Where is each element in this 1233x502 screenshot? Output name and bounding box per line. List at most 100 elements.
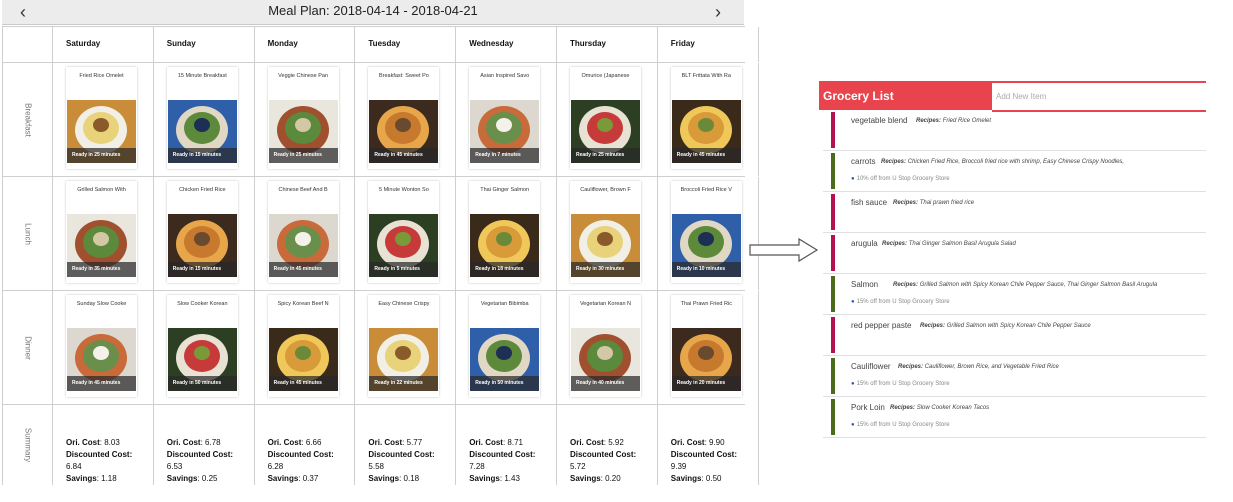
recipe-card[interactable]: Veggie Chinese Pan Ready in 25 minutes: [267, 67, 339, 169]
item-accent-bar: [831, 112, 835, 148]
grocery-item[interactable]: red pepper paste Recipes: Grilled Salmon …: [823, 315, 1206, 356]
cost-summary: Ori. Cost: 5.92 Discounted Cost: 5.72 Savin…: [569, 438, 637, 483]
item-name: Salmon: [851, 280, 879, 289]
recipe-name: Cauliflower, Brown F: [580, 187, 631, 193]
recipes-text: Thai Ginger Salmon Basil Arugula Salad: [908, 241, 1016, 247]
recipe-card[interactable]: Fried Rice Omelet Ready in 25 minutes: [66, 67, 137, 169]
recipe-card[interactable]: Omurice (Japanese Ready in 25 minutes: [569, 67, 641, 169]
day-header-cell: Saturday: [53, 27, 154, 62]
savings-value: : 0.50: [701, 474, 722, 483]
recipe-card[interactable]: Thai Ginger Salmon Ready in 18 minutes: [469, 181, 541, 283]
recipe-photo: Ready in 25 minutes: [268, 100, 338, 163]
grocery-item[interactable]: arugula Recipes: Thai Ginger Salmon Basil…: [823, 233, 1206, 274]
ori-cost-label: Ori. Cost: [66, 438, 100, 447]
recipe-card[interactable]: Sunday Slow Cooke Ready in 45 minutes: [66, 295, 137, 397]
meal-label-cell: Dinner: [3, 291, 53, 404]
grocery-item[interactable]: Salmon Recipes: Grilled Salmon with Spicy…: [823, 274, 1206, 315]
recipe-card[interactable]: Easy Chinese Crispy Ready in 22 minutes: [368, 295, 440, 397]
recipe-card[interactable]: Asian Inspired Savo Ready in 7 minutes: [469, 67, 541, 169]
recipe-card[interactable]: 5 Minute Wonton So Ready in 5 minutes: [368, 181, 440, 283]
item-accent-bar: [831, 358, 835, 394]
recipe-photo: Ready in 45 minutes: [268, 214, 338, 277]
meal-cell: BLT Frittata With Ra Ready in 45 minutes: [658, 63, 759, 176]
summary-cell: Ori. Cost: 6.66 Discounted Cost: 6.28 Savin…: [255, 404, 356, 485]
recipe-card[interactable]: Cauliflower, Brown F Ready in 30 minutes: [569, 181, 641, 283]
grocery-item[interactable]: vegetable blend Recipes: Fried Rice Omele…: [823, 110, 1206, 151]
recipe-name: Vegetarian Korean N: [579, 301, 632, 307]
price-tag-icon: ●: [851, 176, 855, 182]
summary-cell: Ori. Cost: 6.78 Discounted Cost: 6.53 Savin…: [154, 404, 255, 485]
price-tag-icon: ●: [851, 422, 855, 428]
discounted-cost-label: Discounted Cost: [166, 450, 231, 459]
discounted-cost-value: 9.39: [670, 462, 687, 471]
grocery-item[interactable]: carrots Recipes: Chicken Fried Rice, Broc…: [823, 151, 1206, 192]
grocery-item[interactable]: Cauliflower Recipes: Cauliflower, Brown R…: [823, 356, 1206, 397]
item-promo: ● 15% off from U Stop Grocery Store: [851, 422, 950, 428]
meal-cell: Easy Chinese Crispy Ready in 22 minutes: [355, 291, 457, 404]
arrow-right-icon: [749, 237, 819, 263]
promo-text: 15% off from U Stop Grocery Store: [856, 381, 950, 387]
recipes-label: Recipes:: [881, 159, 907, 165]
item-promo: ● 15% off from U Stop Grocery Store: [851, 381, 950, 387]
next-week-button[interactable]: ›: [715, 1, 721, 23]
recipe-card[interactable]: Chinese Beef And B Ready in 45 minutes: [267, 181, 339, 283]
grocery-item[interactable]: Pork Loin Recipes: Slow Cooker Korean Tac…: [823, 397, 1206, 438]
recipe-card[interactable]: Vegetarian Korean N Ready in 40 minutes: [569, 295, 641, 397]
ready-time: Ready in 25 minutes: [67, 148, 136, 163]
discounted-cost-label: Discounted Cost: [569, 450, 634, 459]
recipes-label: Recipes:: [882, 241, 908, 247]
recipe-card[interactable]: 15 Minute Breakfast Ready in 15 minutes: [166, 67, 238, 169]
ori-cost-label: Ori. Cost: [368, 438, 403, 447]
item-promo: ● 10% off from U Stop Grocery Store: [851, 176, 950, 182]
recipe-card[interactable]: Grilled Salmon With Ready in 35 minutes: [66, 181, 137, 283]
ready-time: Ready in 45 minutes: [268, 376, 338, 391]
ori-cost-label: Ori. Cost: [267, 438, 302, 447]
recipe-name: Spicy Korean Beef N: [277, 301, 329, 307]
recipes-text: Grilled Salmon with Spicy Korean Chile P…: [946, 323, 1091, 329]
recipe-name: Breakfast: Sweet Po: [378, 73, 429, 79]
recipe-card[interactable]: Vegetarian Bibimba Ready in 50 minutes: [469, 295, 541, 397]
day-header-cell: Wednesday: [456, 27, 557, 62]
meal-cell: Asian Inspired Savo Ready in 7 minutes: [456, 63, 557, 176]
recipe-card[interactable]: Chicken Fried Rice Ready in 15 minutes: [166, 181, 238, 283]
summary-cell: Ori. Cost: 8.03 Discounted Cost: 6.84 Savin…: [53, 404, 154, 485]
recipe-photo: Ready in 22 minutes: [369, 328, 439, 391]
day-name: Tuesday: [368, 39, 401, 48]
discounted-cost-value: 5.72: [569, 462, 586, 471]
recipe-card[interactable]: Breakfast: Sweet Po Ready in 45 minutes: [368, 67, 440, 169]
ori-cost-label: Ori. Cost: [569, 438, 604, 447]
recipes-text: Cauliflower, Brown Rice, and Vegetable F…: [924, 364, 1059, 370]
item-accent-bar: [831, 399, 835, 435]
meal-cell: Vegetarian Korean N Ready in 40 minutes: [557, 291, 658, 404]
recipe-card[interactable]: Spicy Korean Beef N Ready in 45 minutes: [267, 295, 339, 397]
ori-cost-value: : 6.66: [301, 438, 322, 447]
grocery-title: Grocery List: [819, 81, 992, 110]
recipe-card[interactable]: Broccoli Fried Rice V Ready in 10 minutes: [670, 181, 742, 283]
meal-label: Dinner: [23, 335, 32, 360]
item-name: carrots: [851, 157, 876, 166]
discounted-cost-label: Discounted Cost: [670, 450, 735, 459]
item-accent-bar: [831, 153, 835, 189]
ready-time: Ready in 18 minutes: [470, 262, 540, 277]
recipe-name: Asian Inspired Savo: [480, 73, 530, 79]
summary-row: Summary Ori. Cost: 8.03 Discounted Cost: 6…: [3, 404, 759, 485]
recipe-photo: Ready in 50 minutes: [470, 328, 540, 391]
meal-cell: Chinese Beef And B Ready in 45 minutes: [255, 177, 356, 290]
recipe-card[interactable]: Thai Prawn Fried Ric Ready in 20 minutes: [670, 295, 742, 397]
add-item-input[interactable]: [992, 81, 1206, 112]
recipe-photo: Ready in 45 minutes: [67, 328, 136, 391]
discounted-cost-value: 7.28: [469, 462, 485, 471]
lunch-row: Lunch Grilled Salmon With Ready in 35 minu…: [3, 177, 759, 291]
grocery-header: Grocery List: [819, 81, 1206, 112]
ready-time: Ready in 22 minutes: [369, 376, 439, 391]
item-name: Pork Loin: [851, 403, 885, 412]
summary-cell: Ori. Cost: 5.77 Discounted Cost: 5.58 Savin…: [355, 404, 457, 485]
recipe-card[interactable]: BLT Frittata With Ra Ready in 45 minutes: [670, 67, 742, 169]
grocery-item[interactable]: fish sauce Recipes: Thai prawn fried rice: [823, 192, 1206, 233]
meal-cell: Sunday Slow Cooke Ready in 45 minutes: [53, 291, 154, 404]
day-header-cell: Tuesday: [355, 27, 457, 62]
recipe-card[interactable]: Slow Cooker Korean Ready in 50 minutes: [166, 295, 238, 397]
ori-cost-label: Ori. Cost: [469, 438, 503, 447]
cost-summary: Ori. Cost: 8.03 Discounted Cost: 6.84 Savin…: [66, 438, 133, 483]
summary-label: Summary: [23, 427, 32, 462]
